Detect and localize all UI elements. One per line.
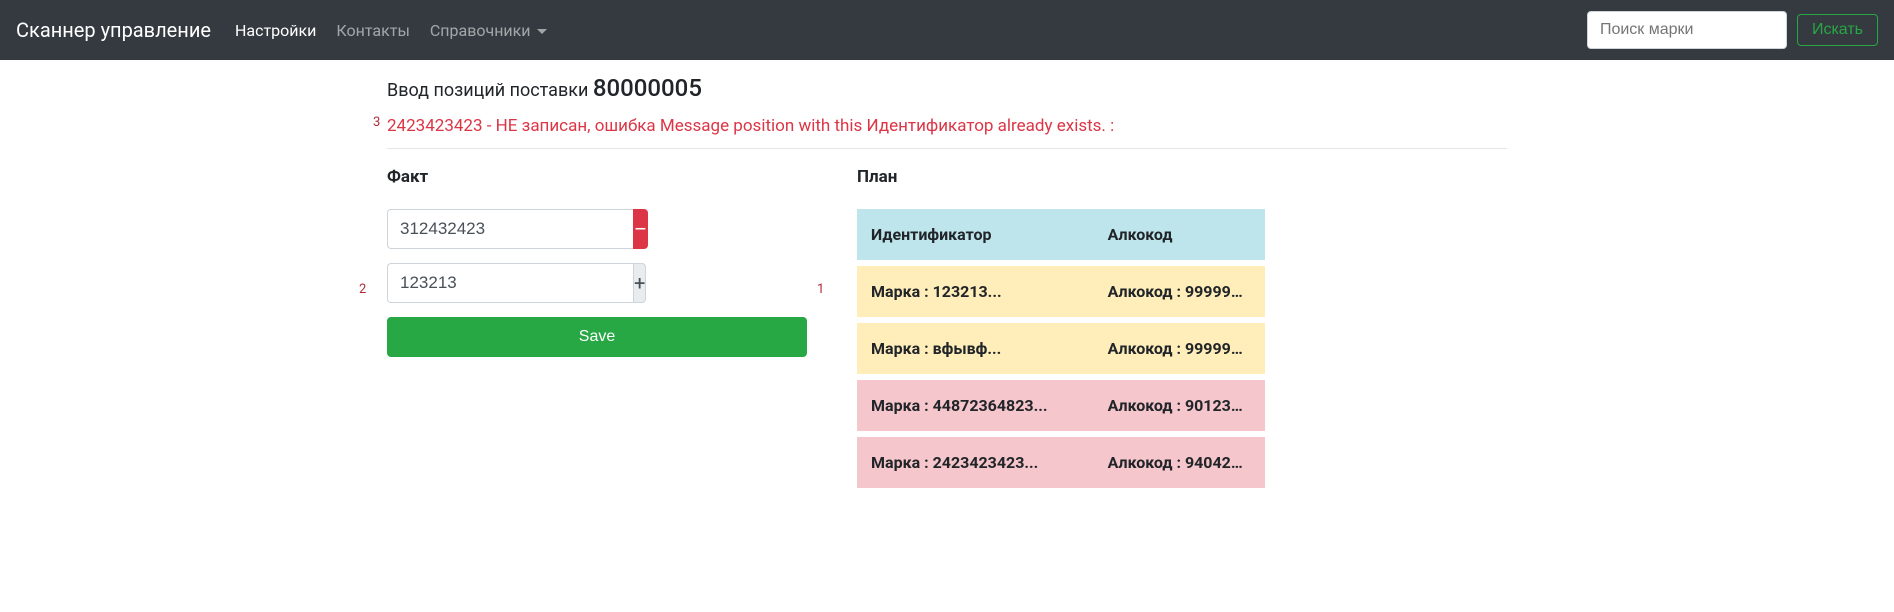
search-input[interactable] [1587, 11, 1787, 49]
annotation-2: 2 [359, 282, 366, 297]
page-title-number: 80000005 [593, 74, 702, 102]
plan-cell-marka: Марка : вфывф... [857, 320, 1094, 377]
nav-right: Искать [1587, 11, 1878, 49]
plan-header-row: Идентификатор Алкокод [857, 209, 1265, 263]
annotation-1: 1 [817, 282, 824, 297]
columns: Факт – + Save План Идентификатор Алкокод [387, 167, 1507, 488]
search-button[interactable]: Искать [1797, 14, 1878, 46]
main-container: 3 2 1 Ввод позиций поставки 80000005 242… [387, 60, 1507, 528]
plan-head-alk: Алкокод [1094, 209, 1265, 263]
add-button[interactable]: + [633, 263, 646, 303]
plan-row: Марка : 44872364823... Алкокод : 9012334… [857, 377, 1265, 434]
fact-row: + [387, 263, 641, 303]
plan-cell-marka: Марка : 123213... [857, 263, 1094, 320]
plan-row: Марка : вфывф... Алкокод : 9999999999 [857, 320, 1265, 377]
separator [387, 148, 1507, 149]
fact-row: – [387, 209, 641, 249]
plan-head-id: Идентификатор [857, 209, 1094, 263]
nav-link-contacts[interactable]: Контакты [336, 21, 409, 40]
navbar: Сканнер управление Настройки Контакты Сп… [0, 0, 1894, 60]
plan-cell-marka: Марка : 2423423423... [857, 434, 1094, 488]
nav-links: Настройки Контакты Справочники [235, 21, 1587, 40]
plan-cell-alk: Алкокод : 90123343214 [1094, 377, 1265, 434]
annotation-3: 3 [373, 115, 380, 130]
error-message: 2423423423 - НЕ записан, ошибка Message … [387, 116, 1507, 136]
fact-heading: Факт [387, 167, 807, 187]
page-title: Ввод позиций поставки 80000005 [387, 74, 1507, 102]
fact-column: Факт – + Save [387, 167, 807, 488]
fact-input[interactable] [387, 263, 633, 303]
plan-table: Идентификатор Алкокод Марка : 123213... … [857, 209, 1265, 488]
plan-cell-alk: Алкокод : 9999999999 [1094, 320, 1265, 377]
plan-row: Марка : 123213... Алкокод : 9999999999 [857, 263, 1265, 320]
plan-cell-alk: Алкокод : 9404234234 [1094, 434, 1265, 488]
plan-row: Марка : 2423423423... Алкокод : 94042342… [857, 434, 1265, 488]
nav-link-settings[interactable]: Настройки [235, 21, 316, 40]
fact-input[interactable] [387, 209, 633, 249]
plan-cell-alk: Алкокод : 9999999999 [1094, 263, 1265, 320]
plan-column: План Идентификатор Алкокод Марка : 12321… [857, 167, 1265, 488]
plan-cell-marka: Марка : 44872364823... [857, 377, 1094, 434]
nav-link-refs[interactable]: Справочники [430, 21, 547, 40]
page-title-prefix: Ввод позиций поставки [387, 80, 593, 101]
save-button[interactable]: Save [387, 317, 807, 357]
plan-heading: План [857, 167, 1265, 187]
navbar-brand[interactable]: Сканнер управление [16, 18, 211, 42]
remove-button[interactable]: – [633, 209, 648, 249]
